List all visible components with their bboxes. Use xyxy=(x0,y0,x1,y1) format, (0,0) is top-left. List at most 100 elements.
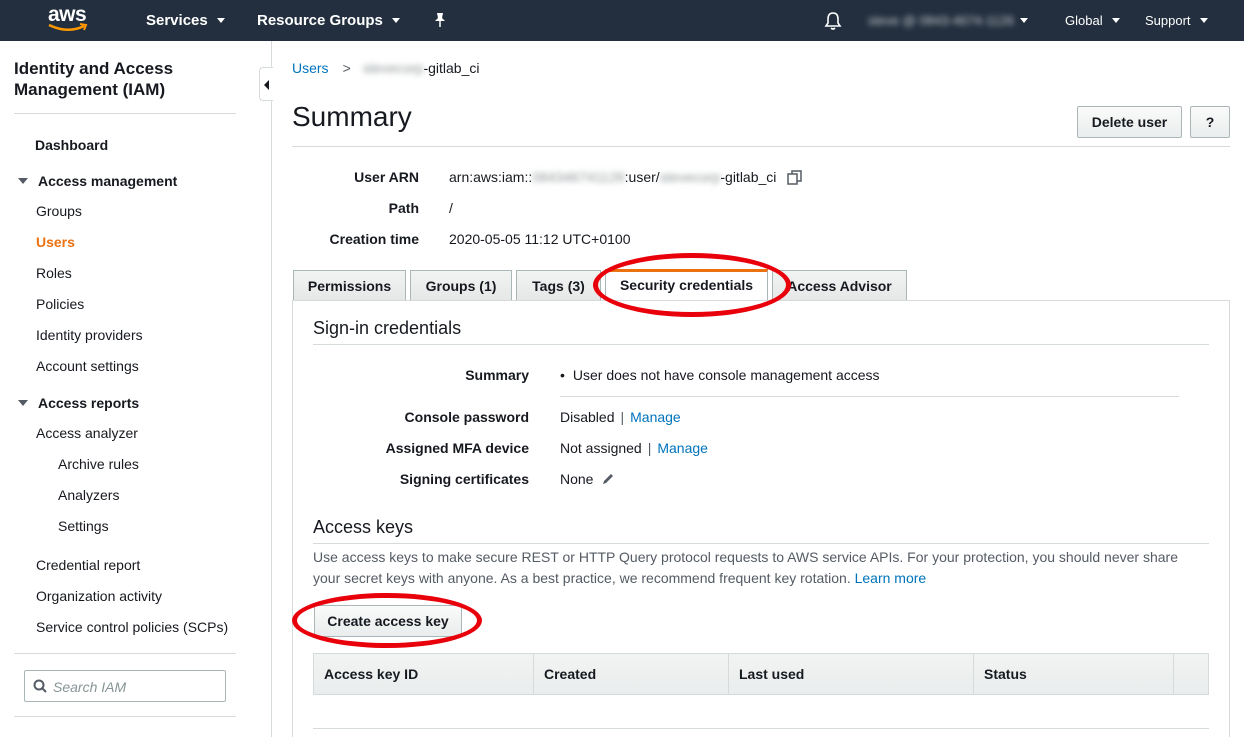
learn-more-link[interactable]: Learn more xyxy=(855,570,927,586)
signing-certificates-status: None xyxy=(560,471,594,487)
user-arn-value: arn:aws:iam::084346741126:user/stevecorp… xyxy=(449,169,776,185)
sidebar-item-dashboard[interactable]: Dashboard xyxy=(35,137,108,153)
region-menu[interactable]: Global xyxy=(1065,13,1120,28)
sidebar-item-policies[interactable]: Policies xyxy=(36,296,84,312)
sidebar-item-access-analyzer[interactable]: Access analyzer xyxy=(36,425,138,441)
arn-user-redacted: stevecorp xyxy=(659,169,721,185)
signin-summary-value: • User does not have console management a… xyxy=(560,367,880,383)
sidebar-section-access-management[interactable]: Access management xyxy=(18,173,177,189)
arn-account-redacted: 084346741126 xyxy=(532,169,625,185)
section-label: Access reports xyxy=(38,395,140,411)
breadcrumb-user: -gitlab_ci xyxy=(423,60,480,76)
search-placeholder: Search IAM xyxy=(53,679,127,695)
pin-icon[interactable] xyxy=(433,12,447,31)
divider xyxy=(14,653,236,654)
column-header-created[interactable]: Created xyxy=(533,653,728,695)
search-icon xyxy=(33,679,47,693)
access-keys-heading: Access keys xyxy=(313,517,414,537)
sidebar-item-analyzers[interactable]: Analyzers xyxy=(58,487,119,503)
page-title: Summary xyxy=(292,101,412,132)
signing-certificates-value: None xyxy=(560,471,615,487)
help-button[interactable]: ? xyxy=(1190,106,1230,138)
separator: | xyxy=(620,409,625,425)
manage-mfa-link[interactable]: Manage xyxy=(657,440,708,456)
arn-suffix: -gitlab_ci xyxy=(720,169,777,185)
breadcrumb-user-redacted: stevecorp xyxy=(362,60,424,76)
column-header-last-used[interactable]: Last used xyxy=(728,653,973,695)
column-header-status[interactable]: Status xyxy=(973,653,1173,695)
annotation-oval-create-access-key xyxy=(292,593,482,648)
sidebar-item-account-settings[interactable]: Account settings xyxy=(36,358,139,374)
chevron-down-icon xyxy=(1199,18,1208,23)
chevron-down-icon xyxy=(391,18,400,23)
breadcrumb-users-link[interactable]: Users xyxy=(292,60,329,76)
aws-logo[interactable]: aws xyxy=(48,3,94,34)
divider xyxy=(14,716,236,717)
access-keys-description-text: Use access keys to make secure REST or H… xyxy=(313,549,1178,586)
chevron-down-icon xyxy=(216,18,225,23)
console-password-label: Console password xyxy=(404,409,529,425)
signin-summary-text: User does not have console management ac… xyxy=(572,367,880,383)
search-input[interactable]: Search IAM xyxy=(24,670,226,702)
divider xyxy=(560,396,1179,397)
caret-down-icon xyxy=(18,178,28,184)
arn-mid: :user/ xyxy=(624,169,660,185)
top-navigation-bar: aws Services Resource Groups steve @ 084… xyxy=(0,0,1244,41)
resource-groups-menu[interactable]: Resource Groups xyxy=(257,12,400,29)
sidebar-item-archive-rules[interactable]: Archive rules xyxy=(58,456,139,472)
sidebar-item-scps[interactable]: Service control policies (SCPs) xyxy=(36,619,228,635)
delete-user-button[interactable]: Delete user xyxy=(1077,106,1182,138)
mfa-value: Not assigned | Manage xyxy=(560,440,708,456)
mfa-label: Assigned MFA device xyxy=(385,440,529,456)
account-name: steve @ 0843-4674-1126 xyxy=(868,13,1014,28)
column-header-access-key-id[interactable]: Access key ID xyxy=(313,653,533,695)
divider xyxy=(14,113,236,114)
copy-icon[interactable] xyxy=(787,170,803,189)
chevron-down-icon xyxy=(1019,18,1028,23)
resource-groups-label: Resource Groups xyxy=(257,12,383,29)
tab-access-advisor[interactable]: Access Advisor xyxy=(772,270,907,300)
sidebar-section-access-reports[interactable]: Access reports xyxy=(18,395,139,411)
path-value: / xyxy=(449,200,453,216)
divider xyxy=(313,344,1209,345)
column-header-actions xyxy=(1173,653,1209,695)
sidebar-title: Identity and Access Management (IAM) xyxy=(14,59,174,99)
divider xyxy=(313,728,1209,729)
sidebar-item-identity-providers[interactable]: Identity providers xyxy=(36,327,143,343)
annotation-oval-security-credentials xyxy=(593,253,791,317)
signin-summary-label: Summary xyxy=(465,367,529,383)
console-password-status: Disabled xyxy=(560,409,615,425)
manage-console-password-link[interactable]: Manage xyxy=(630,409,681,425)
divider xyxy=(313,543,1209,544)
tab-groups[interactable]: Groups (1) xyxy=(410,270,512,300)
creation-time-label: Creation time xyxy=(329,231,419,247)
account-menu[interactable]: steve @ 0843-4674-1126 xyxy=(868,13,1028,28)
sidebar-item-users[interactable]: Users xyxy=(36,234,75,250)
breadcrumb-separator: > xyxy=(342,60,351,76)
tab-tags[interactable]: Tags (3) xyxy=(516,270,601,300)
separator: | xyxy=(647,440,652,456)
caret-down-icon xyxy=(18,400,28,406)
sidebar-item-roles[interactable]: Roles xyxy=(36,265,72,281)
services-label: Services xyxy=(146,12,208,29)
support-menu[interactable]: Support xyxy=(1145,13,1208,28)
bell-icon[interactable] xyxy=(824,11,842,31)
mfa-status: Not assigned xyxy=(560,440,642,456)
breadcrumb: Users > stevecorp-gitlab_ci xyxy=(292,60,479,76)
region-label: Global xyxy=(1065,13,1103,28)
pencil-icon[interactable] xyxy=(601,472,615,486)
sidebar-item-credential-report[interactable]: Credential report xyxy=(36,557,140,573)
sidebar-item-organization-activity[interactable]: Organization activity xyxy=(36,588,162,604)
sidebar-item-settings[interactable]: Settings xyxy=(58,518,109,534)
divider xyxy=(292,146,1230,147)
sidebar-item-groups[interactable]: Groups xyxy=(36,203,82,219)
tab-permissions[interactable]: Permissions xyxy=(293,270,406,300)
signing-certificates-label: Signing certificates xyxy=(399,471,529,487)
user-arn-label: User ARN xyxy=(354,169,419,185)
path-label: Path xyxy=(388,200,419,216)
services-menu[interactable]: Services xyxy=(146,12,225,29)
aws-smile-icon xyxy=(48,23,88,31)
arn-prefix: arn:aws:iam:: xyxy=(449,169,533,185)
console-password-value: Disabled | Manage xyxy=(560,409,681,425)
collapse-sidebar-button[interactable] xyxy=(259,67,273,101)
